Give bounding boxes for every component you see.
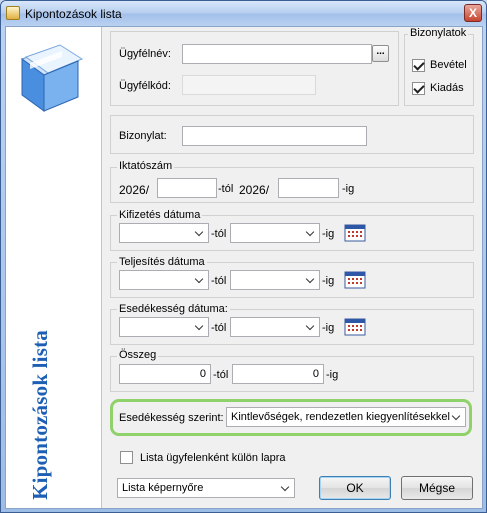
voucher-input[interactable] (182, 126, 367, 146)
filing-legend: Iktatószám (117, 160, 175, 172)
voucher-label: Bizonylat: (119, 130, 167, 142)
due-date-legend: Esedékesség dátuma: (117, 303, 230, 315)
completion-date-from-suffix: -tól (211, 275, 227, 287)
output-select[interactable]: Lista képernyőre (117, 478, 295, 498)
output-value: Lista képernyőre (122, 482, 204, 494)
filing-to-input[interactable] (278, 178, 339, 198)
due-date-from-select[interactable] (119, 317, 209, 337)
calendar-icon[interactable] (344, 224, 366, 242)
completion-date-legend: Teljesítés dátuma (117, 256, 207, 268)
completion-date-from-select[interactable] (119, 270, 209, 290)
ok-button[interactable]: OK (319, 476, 391, 500)
filing-prefix-from: 2026/ (119, 183, 150, 197)
chevron-down-icon (451, 411, 461, 421)
window-title: Kipontozások lista (25, 7, 122, 21)
client-code-label: Ügyfélkód: (119, 80, 171, 92)
due-date-to-select[interactable] (230, 317, 320, 337)
chevron-down-icon (194, 274, 204, 284)
amount-to-suffix: -ig (326, 369, 339, 381)
separate-pages-checkbox[interactable] (120, 451, 133, 464)
expense-checkbox[interactable] (412, 82, 425, 95)
payment-date-legend: Kifizetés dátuma (117, 209, 203, 221)
payment-date-to-suffix: -ig (322, 228, 335, 240)
client-name-input[interactable] (182, 44, 372, 64)
dialog-window: Kipontozások lista X Kipontozások lista … (0, 0, 487, 513)
client-name-label: Ügyfélnév: (119, 48, 171, 60)
filing-from-suffix: -tól (218, 183, 234, 195)
chevron-down-icon (280, 482, 290, 492)
chevron-down-icon (305, 321, 315, 331)
calendar-icon[interactable] (344, 271, 366, 289)
separate-pages-label: Lista ügyfelenként külön lapra (140, 452, 286, 464)
payment-date-from-suffix: -tól (211, 228, 227, 240)
expense-label: Kiadás (430, 82, 464, 94)
income-checkbox[interactable] (412, 59, 425, 72)
cancel-button[interactable]: Mégse (401, 476, 473, 500)
completion-date-to-suffix: -ig (322, 275, 335, 287)
chevron-down-icon (194, 321, 204, 331)
documents-legend: Bizonylatok (408, 27, 469, 39)
chevron-down-icon (305, 274, 315, 284)
calendar-icon[interactable] (344, 318, 366, 336)
app-icon (6, 6, 20, 20)
due-date-to-suffix: -ig (322, 322, 335, 334)
client-code-input (182, 75, 316, 95)
completion-date-to-select[interactable] (230, 270, 320, 290)
filing-prefix-to: 2026/ (239, 183, 270, 197)
folder-icon (20, 44, 84, 112)
payment-date-from-select[interactable] (119, 223, 209, 243)
sidebar-title: Kipontozások lista (28, 330, 52, 500)
chevron-down-icon (194, 227, 204, 237)
close-button[interactable]: X (464, 4, 482, 22)
due-filter-value: Kintlevőségek, rendezetlen kiegyenlítése… (231, 411, 450, 423)
client-picker-button[interactable]: ... (372, 45, 389, 62)
due-date-from-suffix: -tól (211, 322, 227, 334)
amount-from-suffix: -tól (213, 369, 229, 381)
chevron-down-icon (305, 227, 315, 237)
amount-to-input[interactable]: 0 (232, 364, 324, 384)
income-label: Bevétel (430, 59, 467, 71)
filing-to-suffix: -ig (342, 183, 355, 195)
amount-from-input[interactable]: 0 (119, 364, 211, 384)
dialog-body: Kipontozások lista Ügyfélnév: ... Ügyfél… (5, 26, 483, 509)
due-filter-select[interactable]: Kintlevőségek, rendezetlen kiegyenlítése… (226, 407, 466, 427)
payment-date-to-select[interactable] (230, 223, 320, 243)
title-bar[interactable]: Kipontozások lista X (1, 1, 486, 26)
filing-from-input[interactable] (157, 178, 217, 198)
sidebar: Kipontozások lista (6, 27, 102, 508)
amount-legend: Összeg (117, 349, 159, 361)
due-filter-label: Esedékesség szerint: (119, 412, 224, 424)
